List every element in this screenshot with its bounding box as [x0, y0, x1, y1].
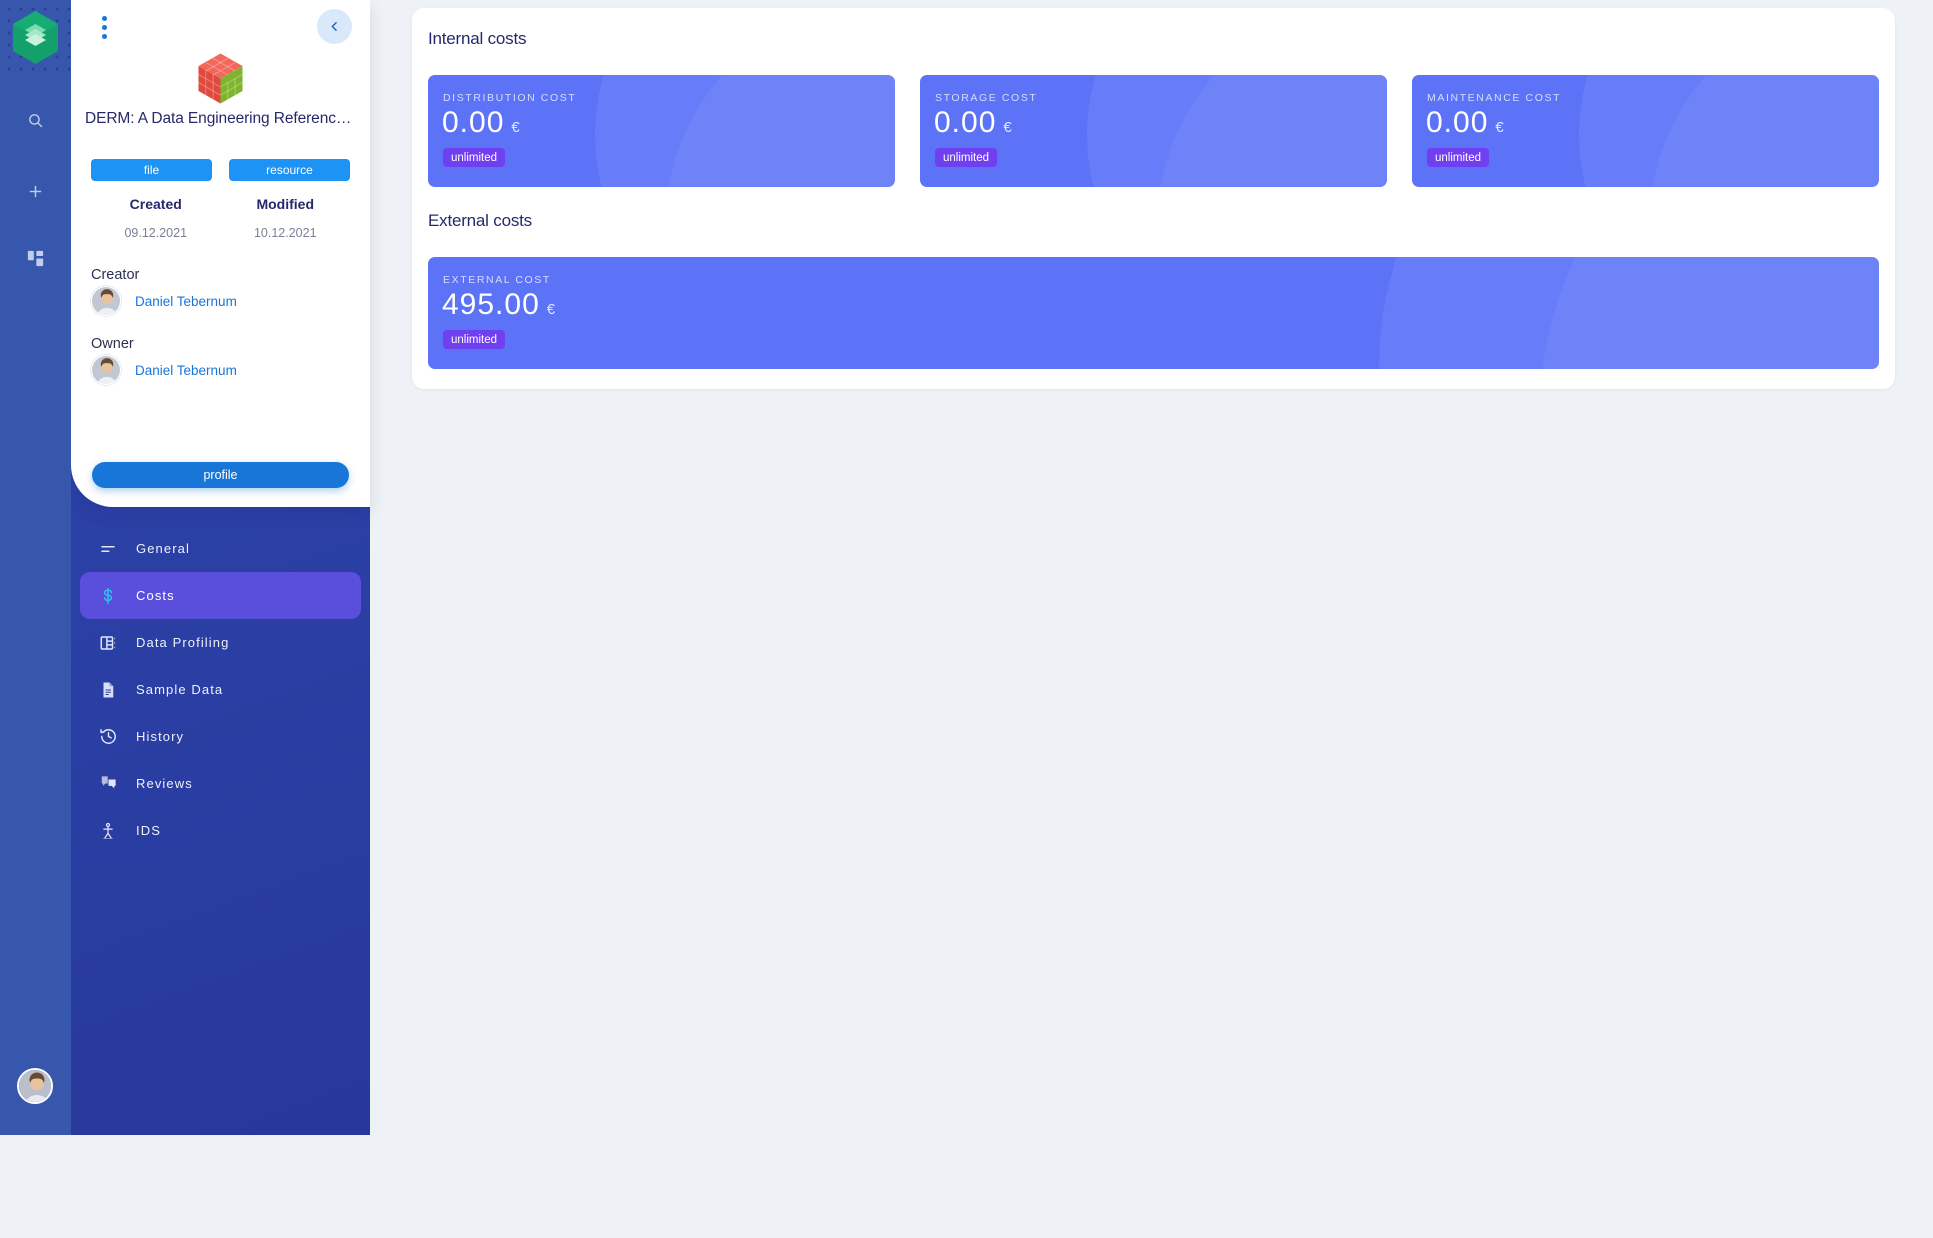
distribution-cost-label: DISTRIBUTION COST	[443, 92, 577, 104]
nav-item-data-profiling-label: Data Profiling	[136, 635, 230, 650]
distribution-cost-currency: €	[511, 119, 520, 136]
maintenance-cost-value: 0.00	[1426, 106, 1489, 139]
card-arc-decoration	[1649, 75, 1879, 187]
creator-label: Creator	[91, 267, 140, 283]
meta-modified-label: Modified	[256, 196, 315, 212]
storage-cost-amount: 0.00 €	[934, 105, 1012, 141]
card-arc-decoration	[1579, 75, 1879, 187]
avatar[interactable]	[17, 1068, 53, 1104]
search-icon[interactable]	[0, 102, 71, 138]
meta-created: Created 09.12.2021	[91, 196, 221, 240]
distribution-cost-amount: 0.00 €	[442, 105, 520, 141]
nav-item-history-label: History	[136, 729, 185, 744]
plus-icon[interactable]	[0, 173, 71, 209]
nav-item-ids-label: IDS	[136, 823, 161, 838]
meta-modified: Modified 10.12.2021	[221, 196, 351, 240]
owner-avatar[interactable]	[91, 355, 121, 385]
nav-item-reviews-label: Reviews	[136, 776, 193, 791]
profile-button[interactable]: profile	[92, 462, 349, 488]
storage-cost-value: 0.00	[934, 106, 997, 139]
owner-row: Daniel Tebernum	[91, 355, 237, 385]
asset-tag-row: file resource	[91, 159, 350, 181]
external-cost-currency: €	[546, 301, 556, 318]
card-arc-decoration	[595, 75, 895, 187]
creator-avatar[interactable]	[91, 286, 121, 316]
nav-item-reviews[interactable]: Reviews	[80, 760, 361, 807]
nav-item-data-profiling[interactable]: Data Profiling	[80, 619, 361, 666]
isometric-cube-logo-icon	[71, 51, 370, 105]
clock-history-icon	[80, 713, 136, 760]
maintenance-cost-label: MAINTENANCE COST	[1427, 92, 1562, 104]
storage-cost-badge: unlimited	[935, 148, 998, 167]
nav-item-general[interactable]: General	[80, 525, 361, 572]
nav-item-costs-label: Costs	[136, 588, 175, 603]
external-cost-value: 495.00	[442, 288, 540, 321]
maintenance-cost-amount: 0.00 €	[1426, 105, 1504, 141]
card-arc-decoration	[1087, 75, 1387, 187]
card-arc-decoration	[1539, 257, 1879, 369]
external-costs-heading: External costs	[428, 211, 532, 230]
card-arc-decoration	[1379, 257, 1879, 369]
nav-item-costs[interactable]: Costs	[80, 572, 361, 619]
creator-name[interactable]: Daniel Tebernum	[135, 294, 237, 309]
distribution-cost-badge: unlimited	[443, 148, 506, 167]
external-cost-amount: 495.00 €	[442, 287, 555, 323]
asset-meta-row: Created 09.12.2021 Modified 10.12.2021	[91, 196, 350, 240]
creator-row: Daniel Tebernum	[91, 286, 237, 316]
owner-label: Owner	[91, 336, 134, 352]
table-chart-icon	[80, 619, 136, 666]
document-icon	[80, 666, 136, 713]
distribution-cost-card[interactable]: DISTRIBUTION COST 0.00 € unlimited	[428, 75, 895, 187]
app-icon-rail	[0, 0, 71, 1135]
external-costs-card-grid: EXTERNAL COST 495.00 € unlimited	[428, 257, 1879, 369]
person-figure-icon	[80, 807, 136, 854]
card-arc-decoration	[1157, 75, 1387, 187]
asset-info-card: DERM: A Data Engineering Reference Mo...…	[71, 0, 370, 507]
nav-item-history[interactable]: History	[80, 713, 361, 760]
costs-content-panel: Internal costs DISTRIBUTION COST 0.00 € …	[412, 8, 1895, 389]
external-cost-label: EXTERNAL COST	[443, 274, 551, 286]
nav-item-ids[interactable]: IDS	[80, 807, 361, 854]
asset-nav-menu: General Costs Data Profiling Sample Data…	[71, 525, 370, 854]
chat-bubbles-icon	[80, 760, 136, 807]
storage-cost-label: STORAGE COST	[935, 92, 1038, 104]
dollar-sign-icon	[80, 572, 136, 619]
tag-file[interactable]: file	[91, 159, 212, 181]
external-cost-badge: unlimited	[443, 330, 506, 349]
meta-created-value: 09.12.2021	[124, 226, 188, 240]
owner-name[interactable]: Daniel Tebernum	[135, 363, 237, 378]
maintenance-cost-currency: €	[1495, 119, 1504, 136]
asset-title: DERM: A Data Engineering Reference Mo...	[85, 110, 356, 127]
more-vertical-icon[interactable]	[91, 12, 117, 42]
meta-modified-value: 10.12.2021	[253, 226, 317, 240]
nav-item-sample-data-label: Sample Data	[136, 682, 224, 697]
internal-costs-card-grid: DISTRIBUTION COST 0.00 € unlimited STORA…	[428, 75, 1879, 187]
lines-menu-icon	[80, 525, 136, 572]
card-arc-decoration	[665, 75, 895, 187]
tag-resource[interactable]: resource	[229, 159, 350, 181]
chevron-left-icon[interactable]	[317, 9, 352, 44]
nav-item-sample-data[interactable]: Sample Data	[80, 666, 361, 713]
distribution-cost-value: 0.00	[442, 106, 505, 139]
stacked-layers-hexagon-logo-icon[interactable]	[11, 10, 60, 65]
storage-cost-currency: €	[1003, 119, 1012, 136]
grid-dashboard-icon[interactable]	[0, 240, 71, 276]
internal-costs-heading: Internal costs	[428, 29, 527, 48]
nav-item-general-label: General	[136, 541, 190, 556]
maintenance-cost-badge: unlimited	[1427, 148, 1490, 167]
external-cost-card[interactable]: EXTERNAL COST 495.00 € unlimited	[428, 257, 1879, 369]
storage-cost-card[interactable]: STORAGE COST 0.00 € unlimited	[920, 75, 1387, 187]
asset-detail-sidebar: DERM: A Data Engineering Reference Mo...…	[71, 0, 370, 1135]
maintenance-cost-card[interactable]: MAINTENANCE COST 0.00 € unlimited	[1412, 75, 1879, 187]
meta-created-label: Created	[129, 196, 182, 212]
